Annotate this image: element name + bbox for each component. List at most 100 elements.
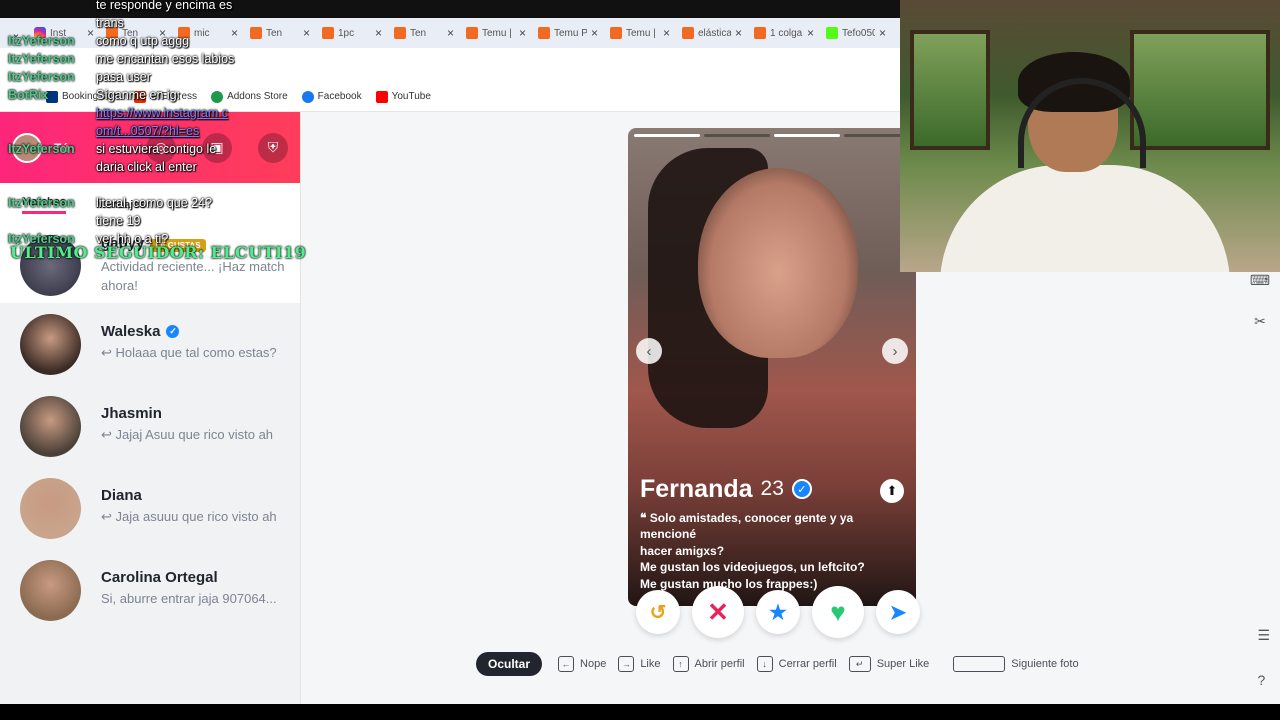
tab-close-icon[interactable]: ×: [519, 26, 526, 40]
browser-tab[interactable]: Temu | C ×: [604, 21, 676, 45]
chat-line: te responde y encima es: [8, 0, 308, 14]
tab-title: Temu Pe: [554, 27, 587, 39]
nope-button[interactable]: ✕: [692, 586, 744, 638]
profile-bio: ❝ Solo amistades, conocer gente y ya men…: [640, 510, 904, 593]
superlike-button[interactable]: ★: [756, 590, 800, 634]
chat-message: te responde y encima es: [96, 0, 233, 12]
browser-tab[interactable]: Ten ×: [388, 21, 460, 45]
hint-label: Like: [640, 658, 661, 670]
photo-indicator-bar: [704, 134, 770, 137]
browser-tab[interactable]: 1 colga ×: [748, 21, 820, 45]
bio-line: hacer amigxs?: [640, 543, 725, 558]
chat-username: ItzYeferson: [8, 70, 75, 84]
next-photo-icon[interactable]: ›: [882, 338, 908, 364]
conversation-item[interactable]: Waleska ✓ ↩ Holaaa que tal como estas?: [0, 303, 300, 385]
hide-hints-button[interactable]: Ocultar: [476, 652, 543, 676]
conversation-name: Waleska: [101, 323, 161, 340]
tab-favicon-icon: [466, 27, 478, 39]
tab-title: Temu | C: [626, 27, 659, 39]
browser-tab[interactable]: 1pc ×: [316, 21, 388, 45]
hint-label: Nope: [580, 658, 607, 670]
bookmark-youtube[interactable]: YouTube: [375, 90, 431, 103]
tab-close-icon[interactable]: ×: [447, 26, 454, 40]
tab-close-icon[interactable]: ×: [663, 26, 670, 40]
profile-photo: [698, 168, 858, 358]
hint-label: Abrir perfil: [694, 658, 745, 670]
tab-title: Temu | C: [482, 27, 515, 39]
settings-sliders-icon[interactable]: ☰: [1257, 627, 1270, 644]
profile-age: 23: [760, 477, 784, 500]
chat-line: tiene 19: [8, 212, 308, 230]
conversation-item[interactable]: Jhasmin ↩ Jajaj Asuu que rico visto ah: [0, 385, 300, 467]
enter-key-icon: ↵: [848, 656, 871, 672]
chat-message: me encantan esos labios: [96, 52, 235, 66]
photo-indicator: [634, 134, 910, 137]
photo-indicator-bar: [634, 134, 700, 137]
browser-tab[interactable]: Tefo050 ×: [820, 21, 892, 45]
webcam-overlay: [900, 0, 1280, 272]
up-arrow-key-icon: ↑: [672, 656, 689, 672]
browser-tab[interactable]: elástica ×: [676, 21, 748, 45]
chat-line: https://www.instagram.c: [8, 104, 308, 122]
tab-close-icon[interactable]: ×: [807, 26, 814, 40]
bookmark-facebook[interactable]: Facebook: [301, 90, 362, 103]
cam-window: [1130, 30, 1270, 150]
streamer-body: [940, 165, 1230, 272]
chat-message: como q utp aggg: [96, 34, 190, 48]
card-name-row: Fernanda 23 ✓ ⬆: [640, 475, 904, 504]
chat-line: om/t...0507/?hl=es: [8, 122, 308, 140]
tab-favicon-icon: [538, 27, 550, 39]
right-arrow-key-icon: →: [618, 656, 635, 672]
chat-message[interactable]: https://www.instagram.c: [96, 106, 228, 120]
chat-username: ItzYeferson: [8, 196, 75, 210]
preview-line: ahora!: [101, 278, 138, 293]
gamepad-icon[interactable]: ⌨: [1250, 272, 1270, 289]
tools-icon[interactable]: ✂: [1254, 313, 1266, 330]
stream-chat-overlay: te responde y encima es trans ItzYeferson c…: [8, 0, 308, 248]
hint-open-profile: ↑ Abrir perfil: [672, 656, 745, 672]
tab-close-icon[interactable]: ×: [591, 26, 598, 40]
bio-line: ❝ Solo amistades, conocer gente y ya men…: [640, 510, 854, 542]
tab-favicon-icon: [682, 27, 694, 39]
cam-window: [910, 30, 990, 150]
conversation-name: Jhasmin: [101, 405, 162, 422]
verified-icon: ✓: [791, 479, 812, 499]
conversation-avatar: [20, 314, 81, 375]
conversation-item[interactable]: Diana ↩ Jaja asuuu que rico visto ah: [0, 467, 300, 549]
profile-card[interactable]: ‹ › Fernanda 23 ✓ ⬆ ❝ Solo amistades, co…: [628, 128, 916, 606]
conversation-preview: Si, aburre entrar jaja 907064...: [101, 591, 277, 606]
chat-message: literal, como que 24?: [96, 196, 213, 210]
spacebar-key-icon: [953, 656, 1006, 672]
hint-nope: ← Nope: [558, 656, 606, 672]
tab-favicon-icon: [394, 27, 406, 39]
conversation-avatar: [20, 396, 81, 457]
tab-close-icon[interactable]: ×: [375, 26, 382, 40]
chat-message: pasa user: [96, 70, 151, 84]
boost-button[interactable]: ➤: [876, 590, 920, 634]
chat-message: tiene 19: [96, 214, 141, 228]
profile-name: Fernanda: [640, 474, 753, 503]
chat-line: ItzYeferson me encantan esos labios: [8, 50, 308, 68]
keyboard-hints: Ocultar ← Nope → Like ↑ Abrir perfil ↓ Cerra…: [476, 652, 1079, 676]
open-profile-icon[interactable]: ⬆: [880, 478, 904, 503]
conversation-preview: ↩ Jajaj Asuu que rico visto ah: [101, 427, 274, 442]
chat-line: daria click al enter: [8, 158, 308, 176]
chat-username: ItzYeferson: [8, 34, 75, 48]
browser-tab[interactable]: Temu | C ×: [460, 21, 532, 45]
tab-favicon-icon: [610, 27, 622, 39]
browser-tab[interactable]: Temu Pe ×: [532, 21, 604, 45]
tab-close-icon[interactable]: ×: [879, 26, 886, 40]
like-button[interactable]: ♥: [812, 586, 864, 638]
chat-line: ItzYeferson como q utp aggg: [8, 32, 308, 50]
help-icon[interactable]: ?: [1257, 672, 1270, 688]
hint-label: Siguiente foto: [1011, 658, 1079, 670]
conversation-item[interactable]: Carolina Ortegal Si, aburre entrar jaja 9…: [0, 549, 300, 631]
chat-line: [8, 176, 308, 194]
youtube-icon: [375, 90, 388, 103]
prev-photo-icon[interactable]: ‹: [636, 338, 662, 364]
rewind-button[interactable]: ↺: [636, 590, 680, 634]
hint-close-profile: ↓ Cerrar perfil: [756, 656, 837, 672]
chat-message[interactable]: om/t...0507/?hl=es: [96, 124, 199, 138]
chat-line: ItzYeferson pasa user: [8, 68, 308, 86]
tab-close-icon[interactable]: ×: [735, 26, 742, 40]
